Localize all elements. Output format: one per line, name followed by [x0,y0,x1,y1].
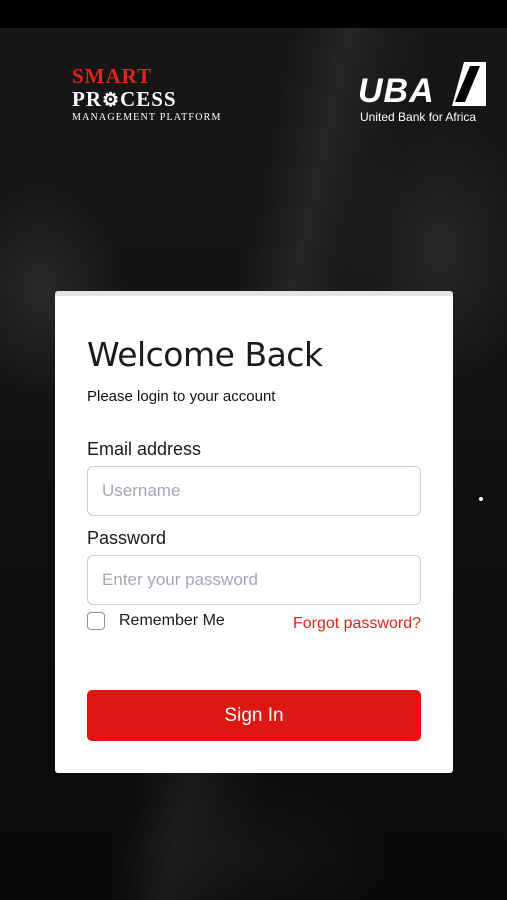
checkbox-icon[interactable] [87,612,105,630]
logo-process-right: CESS [120,87,177,111]
forgot-password-link[interactable]: Forgot password? [293,615,421,633]
page-title: Welcome Back [87,335,323,374]
uba-mark-icon [452,62,486,106]
gear-icon: ⚙ [102,90,121,111]
status-bar [0,0,507,28]
page-subtitle: Please login to your account [87,388,276,405]
logo-smart-text: SMART [72,64,153,88]
logo-process-left: PR [72,87,102,111]
logo-process-text: PR⚙CESS [72,87,222,111]
login-card: Welcome Back Please login to your accoun… [55,291,453,773]
uba-logo: UBA United Bank for Africa [358,60,488,126]
email-field[interactable] [87,466,421,516]
sign-in-button[interactable]: Sign In [87,690,421,741]
email-label: Email address [87,439,202,459]
logo-subtitle: MANAGEMENT PLATFORM [72,112,222,123]
uba-name: UBA [358,72,435,110]
remember-me-label: Remember Me [119,612,225,629]
smart-process-logo: SMART PR⚙CESS MANAGEMENT PLATFORM [72,66,222,123]
password-field[interactable] [87,555,421,605]
uba-tagline: United Bank for Africa [360,110,477,124]
decorative-dot [479,497,483,501]
remember-me-toggle[interactable]: Remember Me [87,612,225,630]
password-label: Password [87,528,167,548]
